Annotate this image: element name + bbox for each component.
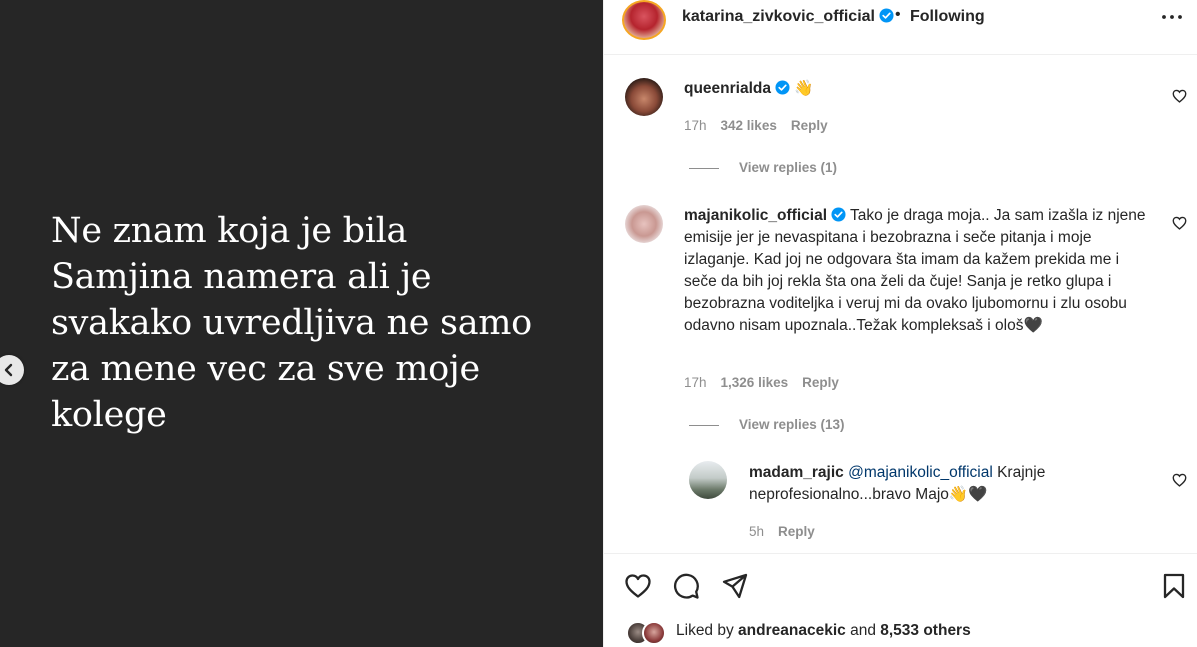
comment-username[interactable]: queenrialda xyxy=(684,80,771,97)
reply-meta: 5h Reply xyxy=(749,524,829,539)
view-replies-button[interactable]: View replies (1) xyxy=(689,160,837,175)
reply-avatar[interactable] xyxy=(689,461,727,499)
liked-by-user-link[interactable]: andreanacekic xyxy=(738,622,846,639)
verified-icon xyxy=(831,207,846,222)
separator-dot: • xyxy=(895,6,901,23)
previous-button[interactable] xyxy=(0,355,24,385)
post-sidebar: katarina_zivkovic_official • Following q… xyxy=(603,0,1197,647)
reply-button[interactable]: Reply xyxy=(791,118,828,133)
chevron-left-icon xyxy=(4,363,13,377)
author-username-link[interactable]: katarina_zivkovic_official xyxy=(682,8,894,26)
reply-body: madam_rajic @majanikolic_official Krajnj… xyxy=(749,462,1149,506)
liked-by-prefix: Liked by xyxy=(676,622,739,639)
heart-icon[interactable] xyxy=(624,572,652,600)
author-username: katarina_zivkovic_official xyxy=(682,8,875,25)
commenter-avatar[interactable] xyxy=(625,205,663,243)
more-horizontal-icon[interactable] xyxy=(1161,9,1183,25)
reply-time[interactable]: 5h xyxy=(749,524,764,539)
comment-body: queenrialda 👋 xyxy=(684,78,1144,100)
author-avatar[interactable] xyxy=(622,0,666,40)
reply-username[interactable]: madam_rajic xyxy=(749,464,844,481)
comment-likes[interactable]: 342 likes xyxy=(721,118,777,133)
view-replies-label: View replies (13) xyxy=(739,417,845,432)
replies-divider xyxy=(689,167,719,169)
liker-avatar[interactable] xyxy=(642,621,666,645)
replies-divider xyxy=(689,424,719,426)
likes-count-link[interactable]: 8,533 others xyxy=(880,622,970,639)
post-header: katarina_zivkovic_official • Following xyxy=(604,0,1197,55)
liked-by-and: and xyxy=(845,622,881,639)
view-replies-label: View replies (1) xyxy=(739,160,838,175)
comment-text: Tako je draga moja.. Ja sam izašla iz nj… xyxy=(684,207,1146,334)
bookmark-icon[interactable] xyxy=(1160,572,1188,600)
comment-meta: 17h 342 likes Reply xyxy=(684,118,842,133)
reply-mention-link[interactable]: @majanikolic_official xyxy=(848,464,993,481)
reply-button[interactable]: Reply xyxy=(778,524,815,539)
comment-like-heart-icon[interactable] xyxy=(1172,216,1187,230)
send-icon[interactable] xyxy=(721,572,749,600)
post-media: Ne znam koja je bila Samjina namera ali … xyxy=(0,0,603,647)
comment-time[interactable]: 17h xyxy=(684,118,707,133)
comment-text: 👋 xyxy=(794,80,814,97)
comment-body: majanikolic_official Tako je draga moja.… xyxy=(684,205,1149,337)
comment-username[interactable]: majanikolic_official xyxy=(684,207,827,224)
commenter-avatar[interactable] xyxy=(625,78,663,116)
verified-icon xyxy=(775,80,790,95)
following-button[interactable]: Following xyxy=(910,8,985,26)
liker-avatars xyxy=(626,621,672,647)
verified-icon xyxy=(879,8,894,23)
post-image-text: Ne znam koja je bila Samjina namera ali … xyxy=(51,211,532,435)
comment-like-heart-icon[interactable] xyxy=(1172,89,1187,103)
comment-icon[interactable] xyxy=(672,572,700,600)
reply-like-heart-icon[interactable] xyxy=(1172,473,1187,487)
view-replies-button[interactable]: View replies (13) xyxy=(689,417,845,432)
comment-likes[interactable]: 1,326 likes xyxy=(721,375,789,390)
liked-by-summary: Liked by andreanacekic and 8,533 others xyxy=(676,622,971,640)
comment-time[interactable]: 17h xyxy=(684,375,707,390)
comment-meta: 17h 1,326 likes Reply xyxy=(684,375,853,390)
reply-button[interactable]: Reply xyxy=(802,375,839,390)
